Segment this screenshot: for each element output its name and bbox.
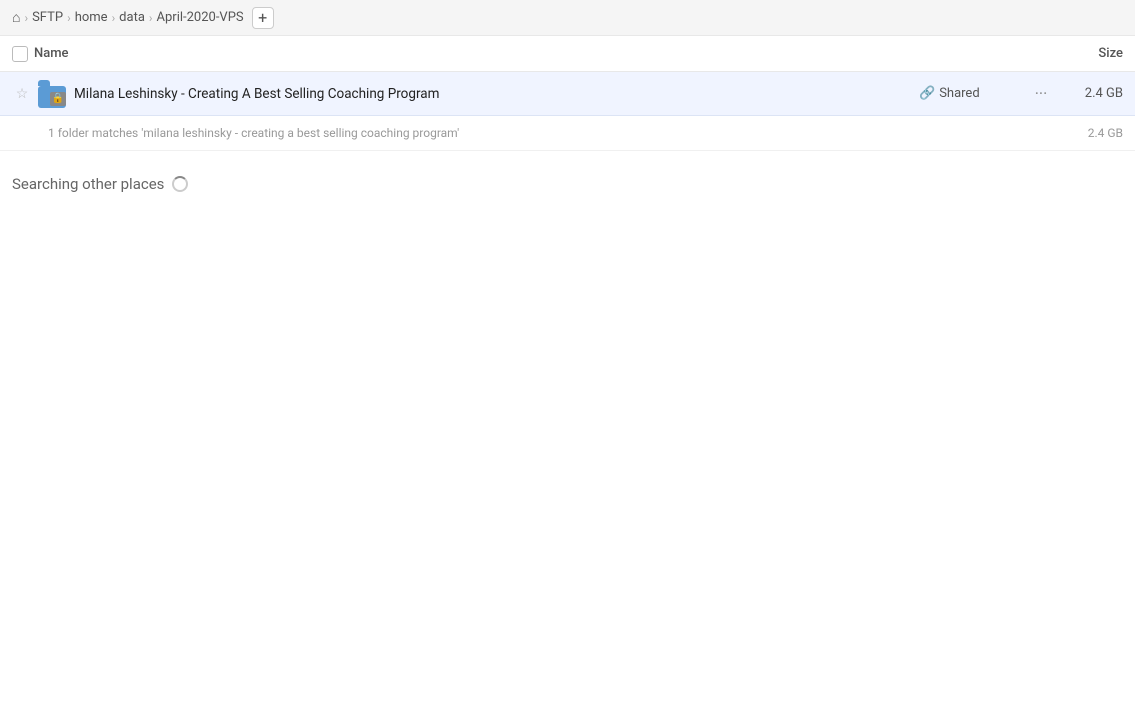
- loading-spinner: [172, 176, 188, 192]
- breadcrumb-data[interactable]: data: [119, 10, 145, 25]
- shared-status: 🔗 Shared: [919, 86, 1019, 101]
- name-column-header: Name: [34, 46, 1043, 61]
- home-icon[interactable]: ⌂: [12, 9, 20, 26]
- searching-label: Searching other places: [12, 175, 164, 193]
- match-info-text: 1 folder matches 'milana leshinsky - cre…: [48, 126, 459, 140]
- file-list-item[interactable]: ☆ 🔒 Milana Leshinsky - Creating A Best S…: [0, 72, 1135, 116]
- file-size: 2.4 GB: [1063, 86, 1123, 101]
- breadcrumb-sftp[interactable]: SFTP: [32, 10, 63, 25]
- match-info-size: 2.4 GB: [1088, 126, 1123, 140]
- breadcrumb-april[interactable]: April-2020-VPS: [157, 10, 244, 25]
- size-column-header: Size: [1043, 46, 1123, 61]
- select-all-checkbox[interactable]: [12, 46, 28, 62]
- separator-0: ›: [24, 11, 28, 25]
- separator-1: ›: [67, 11, 71, 25]
- link-icon: 🔗: [919, 86, 935, 101]
- star-icon[interactable]: ☆: [12, 84, 32, 104]
- column-header-row: Name Size: [0, 36, 1135, 72]
- breadcrumb-home[interactable]: home: [75, 10, 108, 25]
- add-tab-button[interactable]: +: [252, 7, 274, 29]
- file-name: Milana Leshinsky - Creating A Best Selli…: [74, 86, 919, 102]
- separator-2: ›: [112, 11, 116, 25]
- folder-icon: 🔒: [38, 80, 66, 108]
- shared-label: Shared: [939, 86, 979, 101]
- lock-icon: 🔒: [50, 92, 66, 106]
- breadcrumb: ⌂ › SFTP › home › data › April-2020-VPS …: [0, 0, 1135, 36]
- separator-3: ›: [149, 11, 153, 25]
- match-info-row: 1 folder matches 'milana leshinsky - cre…: [0, 116, 1135, 151]
- more-options-button[interactable]: ···: [1027, 80, 1055, 108]
- searching-section: Searching other places: [0, 151, 1135, 193]
